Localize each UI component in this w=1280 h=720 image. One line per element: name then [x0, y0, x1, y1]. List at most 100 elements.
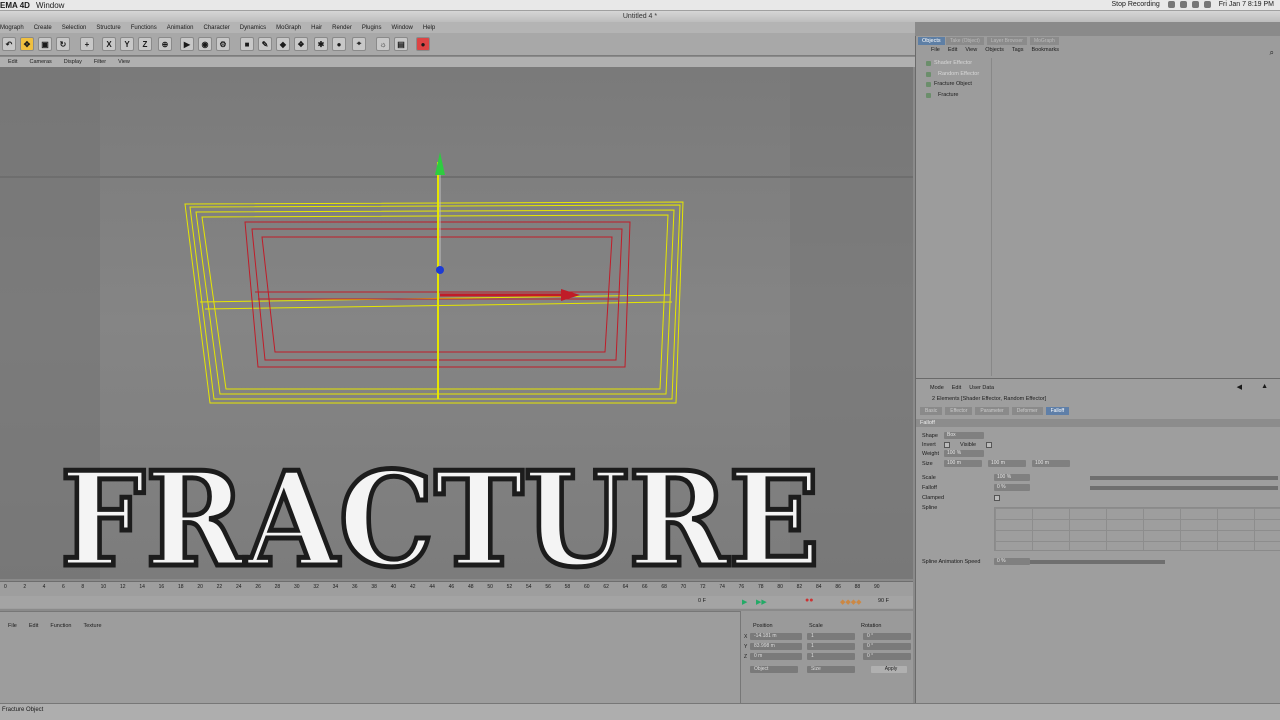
viewport-menu-item-cameras[interactable]: Cameras [29, 59, 51, 65]
axis-x-button[interactable]: X [102, 37, 116, 51]
stop-recording-label[interactable]: Stop Recording [1111, 1, 1159, 8]
menu-item-help[interactable]: Help [423, 25, 435, 31]
scale-field[interactable]: 100 % [994, 474, 1030, 481]
menu-item-mograph[interactable]: MoGraph [276, 25, 301, 31]
spline-speed-slider[interactable] [1030, 560, 1165, 564]
weight-field[interactable]: 100 % [944, 450, 984, 457]
material-menu-item-edit[interactable]: Edit [29, 623, 38, 629]
record-icon[interactable]: ● [416, 37, 430, 51]
next-frame-icon[interactable]: ▶▶ [756, 598, 767, 606]
objects-menu-item-tags[interactable]: Tags [1012, 47, 1024, 53]
objects-menu-item-bookmarks[interactable]: Bookmarks [1031, 47, 1059, 53]
attributes-menu-item-edit[interactable]: Edit [952, 385, 961, 391]
scale-slider[interactable] [1090, 476, 1278, 480]
record-keys-icon[interactable]: ●● [805, 597, 813, 604]
menu-item-hair[interactable]: Hair [311, 25, 322, 31]
menu-item-selection[interactable]: Selection [62, 25, 87, 31]
object-item[interactable]: Shader Effector [918, 58, 991, 69]
spline-icon[interactable]: ✎ [258, 37, 272, 51]
attr-tab-effector[interactable]: Effector [945, 407, 973, 415]
attr-tab-basic[interactable]: Basic [920, 407, 943, 415]
shape-dropdown[interactable]: Box [944, 432, 984, 439]
timeline[interactable]: 0 2 4 6 8 10 12 14 16 18 20 22 24 26 28 30 32 34 36 38 40 42 4… [0, 581, 913, 609]
size-y-field[interactable]: 100 m [988, 460, 1026, 467]
tab-mograph[interactable]: MoGraph [1029, 37, 1059, 45]
attr-tab-deformer[interactable]: Deformer [1011, 407, 1043, 415]
objects-menu-item-objects[interactable]: Objects [985, 47, 1004, 53]
x-scale-field[interactable]: 1 [807, 633, 855, 640]
render-settings-icon[interactable]: ⚙ [216, 37, 230, 51]
apply-button[interactable]: Apply [871, 666, 907, 673]
spline-editor[interactable] [994, 507, 1280, 551]
viewport-menu-item-view[interactable]: View [118, 59, 130, 65]
coordinate-system-icon[interactable]: ⊕ [158, 37, 172, 51]
object-item[interactable]: Fracture Object [918, 79, 991, 90]
tab-take-object[interactable]: Take (Object) [946, 37, 984, 45]
play-icon[interactable]: ▶ [742, 598, 747, 606]
y-rotation-field[interactable]: 0 ° [863, 643, 911, 650]
spline-animation-speed-field[interactable]: 0 % [994, 558, 1030, 565]
mode-size-dropdown[interactable]: Size [807, 666, 855, 673]
up-arrow-icon[interactable]: ▲ [1261, 383, 1268, 390]
3d-viewport[interactable]: FRACTURE [0, 67, 913, 579]
wifi-icon[interactable] [1167, 1, 1175, 8]
scene-icon[interactable]: ● [332, 37, 346, 51]
window-menu[interactable]: Window [36, 1, 64, 10]
scale-tool-icon[interactable]: ▣ [38, 37, 52, 51]
objects-menu-item-view[interactable]: View [965, 47, 977, 53]
attributes-menu-item-user-data[interactable]: User Data [969, 385, 994, 391]
layout-icon[interactable]: ▤ [394, 37, 408, 51]
z-rotation-field[interactable]: 0 ° [863, 653, 911, 660]
array-icon[interactable]: ❖ [294, 37, 308, 51]
deformer-icon[interactable]: ✱ [314, 37, 328, 51]
axis-y-button[interactable]: Y [120, 37, 134, 51]
x-rotation-field[interactable]: 0 ° [863, 633, 911, 640]
attr-tab-falloff[interactable]: Falloff [1045, 407, 1070, 415]
objects-menu-item-file[interactable]: File [931, 47, 940, 53]
visible-checkbox[interactable] [986, 442, 992, 448]
mode-object-dropdown[interactable]: Object [750, 666, 798, 673]
app-name[interactable]: EMA 4D [0, 1, 30, 10]
camera-icon[interactable]: ⌖ [352, 37, 366, 51]
falloff-field[interactable]: 0 % [994, 484, 1030, 491]
add-icon[interactable]: + [80, 37, 94, 51]
cube-icon[interactable]: ■ [240, 37, 254, 51]
battery-icon[interactable] [1191, 1, 1199, 8]
y-position-field[interactable]: 83.998 m [750, 643, 802, 650]
object-item[interactable]: Fracture [918, 90, 991, 101]
attr-tab-parameter[interactable]: Parameter [975, 407, 1009, 415]
x-position-field[interactable]: -14.181 m [750, 633, 802, 640]
size-z-field[interactable]: 100 m [1032, 460, 1070, 467]
clamped-checkbox[interactable] [994, 495, 1000, 501]
menu-item-window[interactable]: Window [392, 25, 413, 31]
z-position-field[interactable]: 0 m [750, 653, 802, 660]
viewport-menu-item-display[interactable]: Display [64, 59, 82, 65]
rotate-tool-icon[interactable]: ↻ [56, 37, 70, 51]
material-menu-item-file[interactable]: File [8, 623, 17, 629]
object-item[interactable]: Random Effector [918, 69, 991, 80]
invert-checkbox[interactable] [944, 442, 950, 448]
light-icon[interactable]: ☼ [376, 37, 390, 51]
back-arrow-icon[interactable]: ◀ [1237, 383, 1242, 391]
bluetooth-icon[interactable] [1179, 1, 1187, 8]
render-picture-icon[interactable]: ◉ [198, 37, 212, 51]
move-tool-icon[interactable]: ✥ [20, 37, 34, 51]
menu-item-character[interactable]: Character [203, 25, 229, 31]
timeline-ruler[interactable]: 0 2 4 6 8 10 12 14 16 18 20 22 24 26 28 30 32 34 36 38 40 42 4… [0, 584, 913, 594]
viewport-menu-item-filter[interactable]: Filter [94, 59, 106, 65]
size-x-field[interactable]: 100 m [944, 460, 982, 467]
undo-icon[interactable]: ↶ [2, 37, 16, 51]
menu-item-dynamics[interactable]: Dynamics [240, 25, 266, 31]
falloff-slider[interactable] [1090, 486, 1278, 490]
viewport-menu-item-edit[interactable]: Edit [8, 59, 17, 65]
menu-item-plugins[interactable]: Plugins [362, 25, 382, 31]
tab-objects[interactable]: Objects [918, 37, 945, 45]
menu-item-create[interactable]: Create [34, 25, 52, 31]
z-scale-field[interactable]: 1 [807, 653, 855, 660]
y-scale-field[interactable]: 1 [807, 643, 855, 650]
search-icon[interactable]: ⌕ [1270, 48, 1274, 58]
attributes-menu-item-mode[interactable]: Mode [930, 385, 944, 391]
axis-z-button[interactable]: Z [138, 37, 152, 51]
clock[interactable]: Fri Jan 7 8:19 PM [1219, 1, 1274, 8]
menu-item-mograph[interactable]: Mograph [0, 25, 24, 31]
